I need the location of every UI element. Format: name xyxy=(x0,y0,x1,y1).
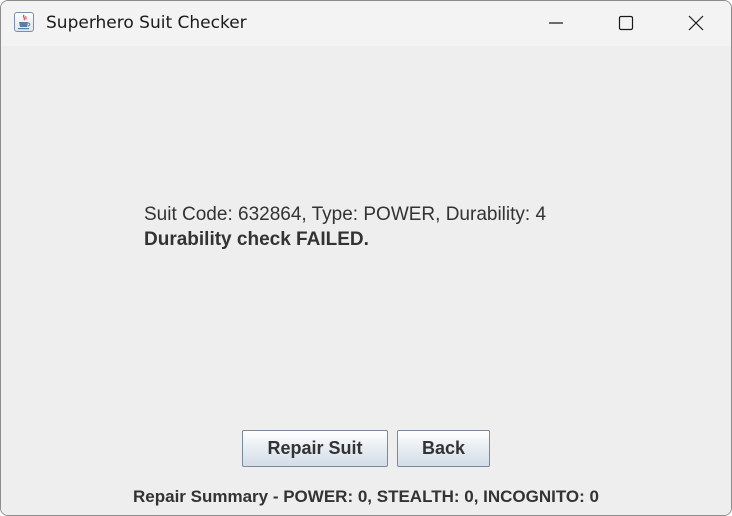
close-icon xyxy=(688,15,704,31)
title-bar[interactable]: Superhero Suit Checker xyxy=(1,1,731,46)
repair-suit-button[interactable]: Repair Suit xyxy=(242,430,388,467)
suit-info-label: Suit Code: 632864, Type: POWER, Durabili… xyxy=(144,204,547,225)
close-button[interactable] xyxy=(661,1,731,46)
back-button[interactable]: Back xyxy=(397,430,490,467)
java-cup-icon xyxy=(14,12,34,32)
maximize-icon xyxy=(618,15,634,31)
repair-summary-label: Repair Summary - POWER: 0, STEALTH: 0, I… xyxy=(133,487,599,506)
minimize-button[interactable] xyxy=(521,1,591,46)
minimize-icon xyxy=(549,22,563,24)
window-title: Superhero Suit Checker xyxy=(46,13,247,33)
durability-result-label: Durability check FAILED. xyxy=(144,229,369,250)
app-window: Superhero Suit Checker Suit Code: 632864… xyxy=(0,0,732,516)
maximize-button[interactable] xyxy=(591,1,661,46)
content-panel: Suit Code: 632864, Type: POWER, Durabili… xyxy=(1,46,731,515)
